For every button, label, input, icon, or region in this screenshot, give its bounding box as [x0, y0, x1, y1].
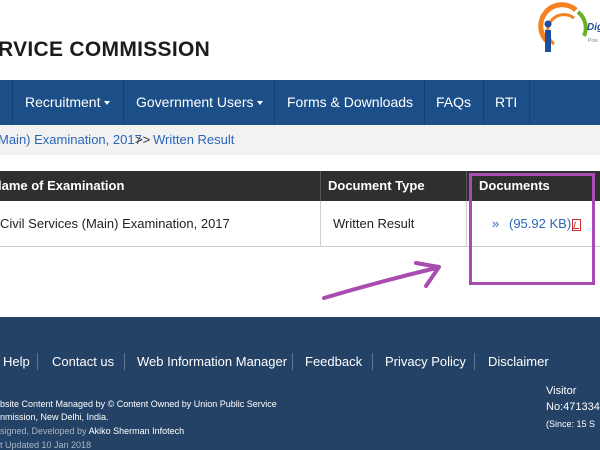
column-header-doc-type: Document Type	[328, 178, 425, 193]
breadcrumb: Main) Examination, 2017 >> Written Resul…	[0, 125, 600, 155]
visitor-since: (Since: 15 S	[546, 419, 596, 429]
breadcrumb-separator: >>	[135, 132, 151, 147]
footer-location: nmission, New Delhi, India.	[0, 412, 109, 422]
nav-divider	[123, 80, 124, 125]
footer-last-updated: t Updated 10 Jan 2018	[0, 440, 92, 450]
breadcrumb-exam-link[interactable]: Main) Examination, 2017	[0, 125, 142, 155]
site-footer: Help Contact us Web Information Manager …	[0, 317, 600, 450]
breadcrumb-current[interactable]: Written Result	[153, 125, 234, 155]
column-divider	[466, 201, 467, 247]
site-header: RVICE COMMISSION Dig Pow	[0, 0, 600, 80]
visitor-label: Visitor	[546, 385, 577, 397]
column-divider	[320, 201, 321, 247]
footer-divider	[292, 353, 293, 370]
footer-divider	[124, 353, 125, 370]
nav-divider	[529, 80, 530, 125]
caret-down-icon	[104, 101, 111, 106]
column-header-exam: lame of Examination	[0, 178, 125, 193]
nav-item-faqs[interactable]: FAQs	[436, 80, 471, 125]
nav-item-forms-downloads[interactable]: Forms & Downloads	[287, 80, 413, 125]
footer-link-privacy[interactable]: Privacy Policy	[385, 354, 466, 369]
nav-item-rti[interactable]: RTI	[495, 80, 517, 125]
column-divider	[320, 171, 321, 201]
site-title: RVICE COMMISSION	[0, 38, 211, 61]
nav-item-label: Government Users	[136, 94, 254, 110]
footer-developer-company[interactable]: Akiko Sherman Infotech	[89, 426, 185, 436]
column-divider	[466, 171, 467, 201]
visitor-count: No:471334	[546, 401, 600, 413]
nav-divider	[483, 80, 484, 125]
cell-doc-type: Written Result	[333, 216, 415, 231]
nav-item-label: Recruitment	[25, 94, 101, 110]
cell-exam-name: Civil Services (Main) Examination, 2017	[0, 216, 230, 231]
logo-subtext: Pow	[588, 38, 598, 44]
main-nav: Recruitment Government Users Forms & Dow…	[0, 80, 600, 125]
footer-link-disclaimer[interactable]: Disclaimer	[488, 354, 549, 369]
footer-link-web-info-manager[interactable]: Web Information Manager	[137, 354, 287, 369]
footer-link-contact[interactable]: Contact us	[52, 354, 114, 369]
footer-developer-prefix: signed, Developed by	[0, 426, 87, 436]
footer-developer: signed, Developed by Akiko Sherman Infot…	[0, 426, 184, 436]
footer-divider	[474, 353, 475, 370]
footer-content-owner: bsite Content Managed by © Content Owned…	[0, 399, 277, 409]
annotation-arrow-icon	[322, 261, 441, 300]
nav-divider	[274, 80, 275, 125]
nav-item-government-users[interactable]: Government Users	[136, 80, 264, 125]
footer-divider	[37, 353, 38, 370]
annotation-highlight-box	[469, 173, 595, 285]
footer-link-help[interactable]: Help	[3, 354, 30, 369]
logo-text: Dig	[587, 22, 600, 33]
nav-item-recruitment[interactable]: Recruitment	[25, 80, 111, 125]
nav-divider	[12, 80, 13, 125]
caret-down-icon	[257, 101, 264, 106]
footer-divider	[372, 353, 373, 370]
nav-divider	[424, 80, 425, 125]
footer-link-feedback[interactable]: Feedback	[305, 354, 362, 369]
